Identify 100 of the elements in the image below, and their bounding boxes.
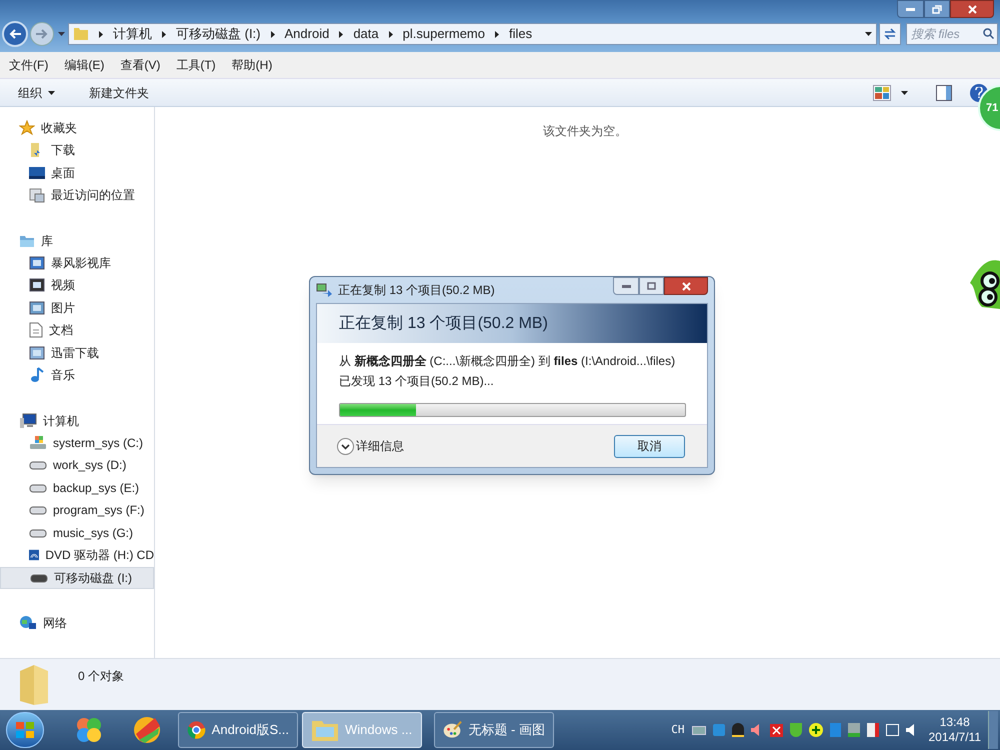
nav-item[interactable]: 图片 bbox=[0, 296, 154, 319]
chevron-right-icon bbox=[339, 30, 344, 38]
nav-group-header[interactable]: 收藏夹 bbox=[41, 119, 77, 137]
drive-icon bbox=[29, 482, 47, 493]
minimize-button[interactable] bbox=[613, 277, 639, 295]
pinwheel-icon bbox=[75, 716, 103, 744]
nav-item[interactable]: backup_sys (E:) bbox=[0, 476, 154, 499]
nav-group-header[interactable]: 网络 bbox=[43, 614, 67, 632]
back-button[interactable] bbox=[2, 21, 28, 47]
chevron-right-icon bbox=[99, 30, 103, 38]
search-field[interactable]: 搜索 files bbox=[906, 23, 998, 45]
search-icon bbox=[983, 28, 994, 39]
nav-item[interactable]: 视频 bbox=[0, 274, 154, 296]
start-button[interactable] bbox=[6, 712, 44, 748]
desktop-icon bbox=[29, 166, 45, 180]
breadcrumb[interactable]: Android bbox=[284, 24, 330, 44]
drive-icon bbox=[29, 505, 47, 516]
tray-app-icon bbox=[830, 723, 840, 737]
plus-icon bbox=[808, 723, 822, 737]
nav-item[interactable]: 文档 bbox=[0, 319, 154, 342]
nav-item[interactable]: 桌面 bbox=[0, 162, 154, 184]
nav-item[interactable]: 暴风影视库 bbox=[0, 252, 154, 274]
cancel-button[interactable]: 取消 bbox=[614, 434, 685, 458]
monster-mascot-icon bbox=[968, 257, 1000, 311]
minimize-icon bbox=[622, 284, 630, 288]
forward-arrow-icon bbox=[36, 29, 48, 39]
preview-pane-button[interactable] bbox=[936, 84, 952, 100]
picture-icon bbox=[29, 300, 45, 316]
nav-item[interactable]: 最近访问的位置 bbox=[0, 184, 154, 206]
menu-item[interactable]: 帮助(H) bbox=[226, 56, 278, 74]
chevron-right-icon bbox=[162, 30, 166, 38]
maximize-icon bbox=[647, 282, 656, 290]
clock-date: 2014/7/11 bbox=[928, 730, 981, 745]
item-count: 0 个对象 bbox=[78, 668, 124, 685]
maximize-button[interactable] bbox=[639, 277, 664, 295]
breadcrumb[interactable]: files bbox=[509, 24, 532, 44]
menu-item[interactable]: 编辑(E) bbox=[59, 56, 110, 74]
nav-item[interactable]: systerm_sys (C:) bbox=[0, 432, 154, 454]
nav-group-header[interactable]: 计算机 bbox=[43, 412, 79, 430]
drive-icon bbox=[29, 460, 47, 470]
breadcrumb[interactable]: 可移动磁盘 (I:) bbox=[176, 24, 260, 44]
empty-folder-message: 该文件夹为空。 bbox=[543, 123, 627, 140]
tray-app-icon bbox=[712, 724, 724, 736]
question-mark-icon bbox=[975, 87, 983, 98]
dialog-title: 正在复制 13 个项目(50.2 MB) bbox=[338, 282, 496, 299]
breadcrumb[interactable]: 计算机 bbox=[113, 24, 152, 44]
chevron-right-icon bbox=[495, 30, 499, 38]
refresh-icon bbox=[884, 28, 896, 40]
nav-item[interactable]: 音乐 bbox=[0, 364, 154, 386]
keyboard-icon bbox=[692, 726, 706, 734]
windows-logo-icon bbox=[15, 721, 35, 739]
back-arrow-icon bbox=[9, 29, 21, 39]
minimize-button[interactable] bbox=[897, 0, 924, 18]
details-toggle[interactable]: 详细信息 bbox=[337, 437, 404, 455]
caret-icon bbox=[901, 90, 908, 94]
organize-button[interactable]: 组织 bbox=[10, 84, 63, 102]
recent-places-icon bbox=[29, 187, 45, 204]
view-dropdown[interactable] bbox=[901, 90, 908, 94]
nav-group-header[interactable]: 库 bbox=[41, 232, 53, 250]
minimize-icon bbox=[906, 8, 915, 10]
breadcrumb[interactable]: data bbox=[353, 24, 379, 44]
dialog-heading: 正在复制 13 个项目(50.2 MB) bbox=[339, 314, 548, 334]
restore-icon bbox=[932, 4, 942, 14]
new-folder-button[interactable]: 新建文件夹 bbox=[81, 84, 157, 102]
menu-item[interactable]: 查看(V) bbox=[115, 56, 166, 74]
chevron-right-icon bbox=[270, 30, 274, 38]
nav-item[interactable]: 迅雷下载 bbox=[0, 342, 154, 364]
document-icon bbox=[29, 322, 43, 338]
close-button[interactable] bbox=[950, 0, 994, 18]
copy-icon bbox=[316, 283, 332, 297]
nav-item[interactable]: music_sys (G:) bbox=[0, 522, 154, 544]
music-note-icon bbox=[29, 367, 45, 384]
items-found-text: 已发现 13 个项目(50.2 MB)... bbox=[339, 373, 495, 390]
menu-item[interactable]: 工具(T) bbox=[171, 56, 221, 74]
close-icon bbox=[968, 4, 976, 14]
computer-icon bbox=[19, 412, 37, 428]
nav-item[interactable]: 下载 bbox=[0, 139, 154, 162]
history-dropdown[interactable] bbox=[56, 32, 66, 36]
drive-icon bbox=[29, 528, 47, 538]
language-indicator: CH bbox=[671, 722, 684, 738]
caret-icon bbox=[58, 32, 64, 36]
nav-item[interactable]: 可移动磁盘 (I:) bbox=[0, 566, 154, 589]
shield-icon bbox=[790, 723, 802, 737]
caret-icon bbox=[865, 32, 872, 36]
nav-item[interactable]: program_sys (F:) bbox=[0, 499, 154, 522]
drive-icon bbox=[30, 572, 48, 583]
refresh-button[interactable] bbox=[879, 23, 901, 45]
star-icon bbox=[19, 120, 35, 136]
taskbar-button[interactable]: 无标题 - 画图 bbox=[434, 712, 554, 748]
maximize-button[interactable] bbox=[924, 0, 950, 18]
taskbar-button[interactable]: Android版S... bbox=[178, 712, 298, 748]
system-drive-icon bbox=[29, 434, 47, 451]
breadcrumb[interactable]: pl.supermemo bbox=[402, 24, 485, 44]
close-button[interactable] bbox=[664, 277, 708, 295]
nav-item[interactable]: DVD 驱动器 (H:) CD bbox=[0, 544, 154, 566]
nav-item[interactable]: work_sys (D:) bbox=[0, 454, 154, 476]
clock-time: 13:48 bbox=[940, 715, 970, 730]
view-options-button[interactable] bbox=[873, 84, 891, 100]
menu-item[interactable]: 文件(F) bbox=[4, 56, 54, 74]
caret-icon bbox=[48, 90, 55, 94]
